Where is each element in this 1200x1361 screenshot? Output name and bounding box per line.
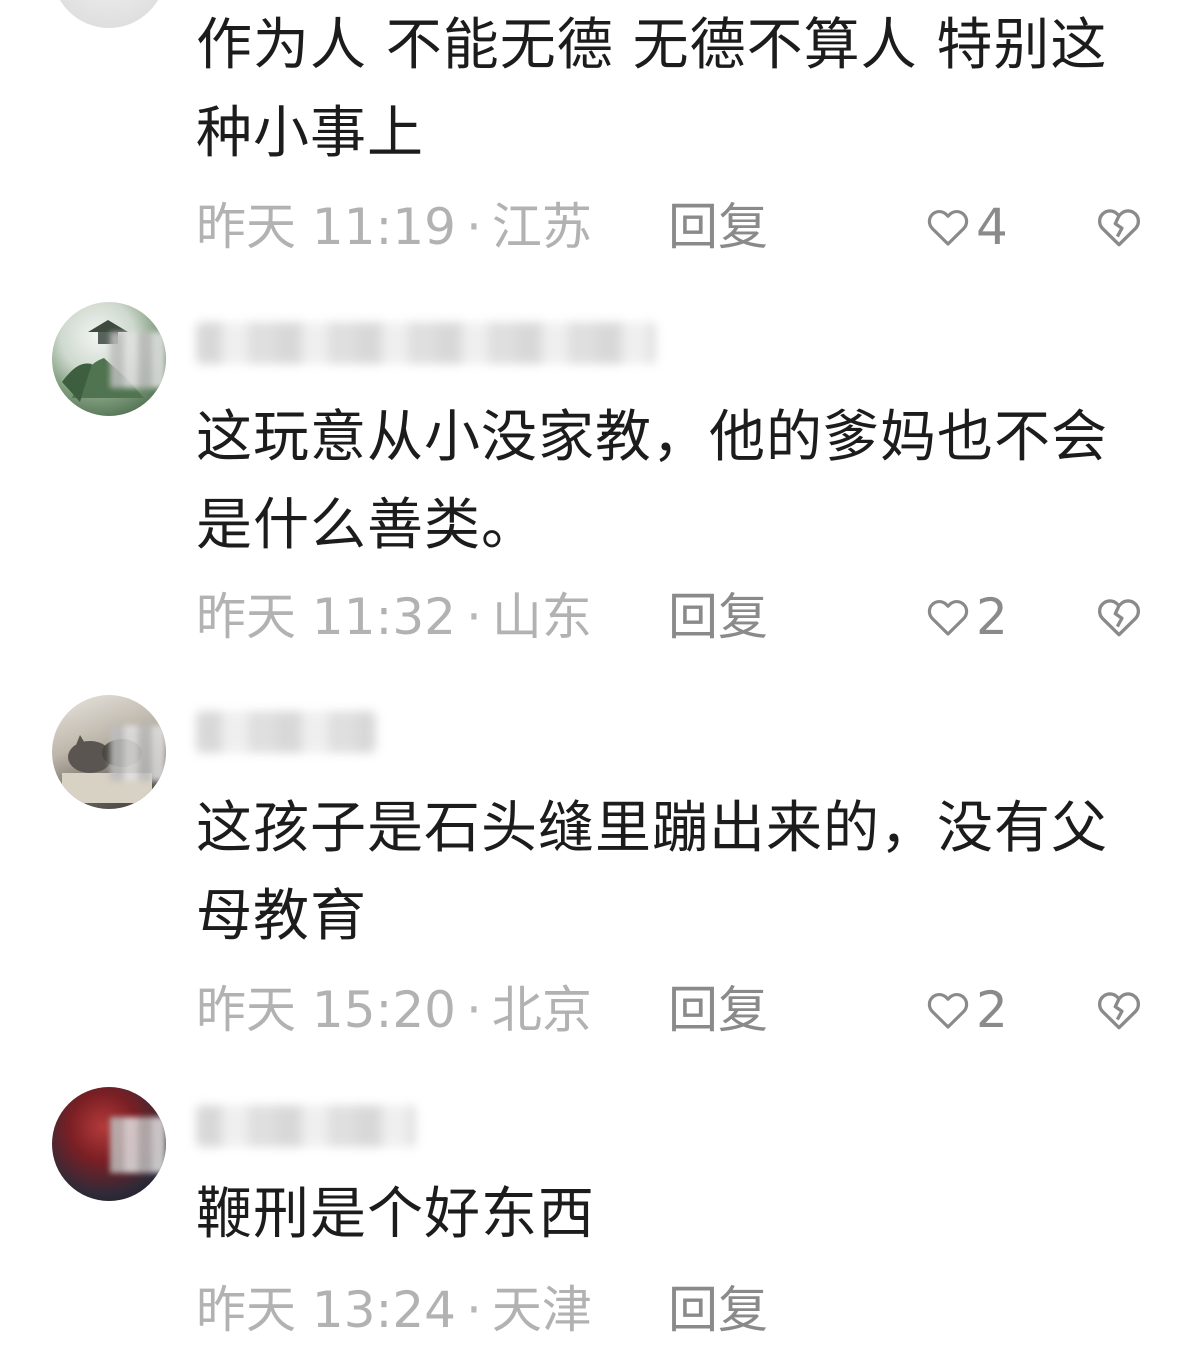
comment-location: 江苏	[491, 198, 592, 256]
broken-heart-icon[interactable]	[1094, 985, 1144, 1035]
comment-meta: 昨天 11:32 · 山东 回复 2	[196, 582, 1144, 652]
reply-button[interactable]: 回复	[668, 192, 768, 262]
avatar[interactable]	[52, 1087, 166, 1201]
like-button[interactable]: 2	[924, 582, 1008, 652]
like-button[interactable]: 2	[924, 975, 1008, 1045]
broken-heart-icon[interactable]	[1094, 202, 1144, 252]
meta-separator: ·	[466, 981, 482, 1039]
like-count: 2	[976, 588, 1008, 646]
comment-location: 北京	[491, 981, 592, 1039]
comment-meta: 昨天 13:24 · 天津 回复	[196, 1275, 1144, 1345]
broken-heart-icon[interactable]	[1094, 592, 1144, 642]
avatar[interactable]	[52, 695, 166, 809]
comment-meta: 昨天 15:20 · 北京 回复 2	[196, 975, 1144, 1045]
reply-button[interactable]: 回复	[668, 975, 768, 1045]
comment-time: 昨天 11:32	[196, 588, 456, 646]
comment-text: 鞭刑是个好东西	[196, 1182, 595, 1247]
avatar[interactable]	[52, 302, 166, 416]
comment-text: 这孩子是石头缝里蹦出来的，没有父母教育	[196, 796, 1108, 949]
meta-separator: ·	[466, 198, 482, 256]
username-blurred[interactable]	[196, 1105, 416, 1147]
comment-text: 这玩意从小没家教，他的爹妈也不会是什么善类。	[196, 405, 1108, 558]
heart-icon	[927, 599, 969, 636]
username-blurred[interactable]	[196, 322, 656, 364]
heart-icon	[927, 992, 969, 1029]
comment-location: 天津	[491, 1281, 592, 1339]
reply-button[interactable]: 回复	[668, 582, 768, 652]
like-button[interactable]: 4	[924, 192, 1008, 262]
meta-separator: ·	[466, 1281, 482, 1339]
comment-location: 山东	[491, 588, 592, 646]
avatar[interactable]	[52, 0, 166, 28]
heart-icon	[927, 209, 969, 246]
like-count: 4	[976, 198, 1008, 256]
comment-time: 昨天 11:19	[196, 198, 456, 256]
username-blurred[interactable]	[196, 711, 376, 753]
comment-text: 作为人 不能无德 无德不算人 特别这种小事上	[196, 13, 1108, 166]
comment-time: 昨天 15:20	[196, 981, 456, 1039]
comment-time: 昨天 13:24	[196, 1281, 456, 1339]
comment-meta: 昨天 11:19 · 江苏 回复 4	[196, 192, 1144, 262]
like-count: 2	[976, 981, 1008, 1039]
meta-separator: ·	[466, 588, 482, 646]
reply-button[interactable]: 回复	[668, 1275, 768, 1345]
